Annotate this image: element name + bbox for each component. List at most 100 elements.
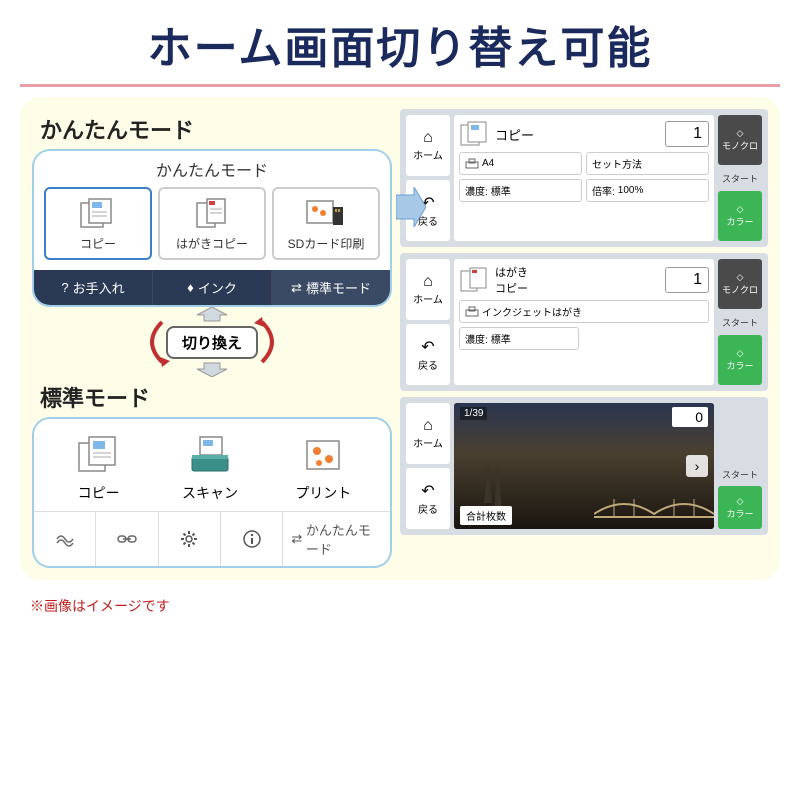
droplet-icon: ♦ xyxy=(187,280,194,295)
hagaki-count[interactable]: 1 xyxy=(665,267,709,293)
start-label: スタート xyxy=(718,466,762,483)
next-photo-button[interactable]: › xyxy=(686,455,708,477)
hagaki-screen: ⌂ ホーム ↶ 戻る はがき コピー 1 インクジェットはがき xyxy=(400,253,768,391)
link-button[interactable] xyxy=(96,512,158,566)
home-icon: ⌂ xyxy=(423,129,433,147)
mono-button[interactable]: ◇モノクロ xyxy=(718,259,762,309)
color-button[interactable]: ◇カラー xyxy=(718,486,762,529)
std-mode-panel: コピー スキャン プリント xyxy=(32,417,392,568)
density-val: 標準 xyxy=(491,183,511,198)
home-label: ホーム xyxy=(413,147,443,162)
std-item-label: スキャン xyxy=(182,483,238,503)
easy-mode-header: かんたんモード xyxy=(34,151,390,187)
easy-mode-btn-label: かんたんモード xyxy=(306,520,382,558)
hagaki-paper[interactable]: インクジェットはがき xyxy=(459,300,709,323)
page-title: ホーム画面切り替え可能 xyxy=(0,0,800,84)
std-item-scan[interactable]: スキャン xyxy=(182,433,238,503)
color-label: カラー xyxy=(726,359,753,372)
easy-item-copy[interactable]: コピー xyxy=(44,187,152,260)
switch-area: 切り換え xyxy=(32,307,392,377)
home-label: ホーム xyxy=(413,435,443,450)
std-mode-label: 標準モード xyxy=(306,278,371,297)
main-container: かんたんモード かんたんモード コピー はがきコピー xyxy=(20,97,780,580)
easy-mode-panel: かんたんモード コピー はがきコピー xyxy=(32,149,392,307)
wireless-button[interactable] xyxy=(34,512,96,566)
hagaki-density[interactable]: 濃度: 標準 xyxy=(459,327,579,350)
set-method[interactable]: セット方法 xyxy=(586,152,709,175)
back-button[interactable]: ↶ 戻る xyxy=(406,324,450,385)
total-count-label[interactable]: 合計枚数 xyxy=(460,506,512,525)
printer-icon xyxy=(465,158,479,170)
easy-item-label: コピー xyxy=(80,235,116,252)
home-label: ホーム xyxy=(413,291,443,306)
scale-val: 100% xyxy=(618,185,644,196)
chevron-right-icon: › xyxy=(695,458,700,474)
diamond-icon: ◇ xyxy=(737,496,744,507)
density-cell[interactable]: 濃度: 標準 xyxy=(459,179,582,202)
sdcard-print-icon xyxy=(305,195,347,231)
hdensity-val: 標準 xyxy=(491,331,511,346)
home-button[interactable]: ⌂ ホーム xyxy=(406,403,450,464)
std-item-label: コピー xyxy=(78,483,120,503)
ink-button[interactable]: ♦ インク xyxy=(153,270,272,305)
maintenance-button[interactable]: ? お手入れ xyxy=(34,270,153,305)
info-button[interactable] xyxy=(221,512,283,566)
density-lbl: 濃度: xyxy=(465,183,488,198)
diamond-icon: ◇ xyxy=(737,348,744,359)
hdensity-lbl: 濃度: xyxy=(465,331,488,346)
back-icon: ↶ xyxy=(421,481,434,501)
easy-mode-button[interactable]: ⇄ かんたんモード xyxy=(283,512,390,566)
diamond-icon: ◇ xyxy=(737,128,744,139)
swap-icon: ⇄ xyxy=(291,531,302,547)
title-underline xyxy=(20,84,780,87)
hagaki-paper-label: インクジェットはがき xyxy=(482,304,582,319)
gear-icon xyxy=(180,530,198,548)
mono-button[interactable]: ◇モノクロ xyxy=(718,115,762,165)
paper-size[interactable]: A4 xyxy=(459,152,582,175)
question-icon: ? xyxy=(61,280,68,295)
back-icon: ↶ xyxy=(421,337,434,357)
color-button[interactable]: ◇カラー xyxy=(718,191,762,241)
switch-button[interactable]: 切り換え xyxy=(166,326,258,359)
diamond-icon: ◇ xyxy=(737,204,744,215)
back-label: 戻る xyxy=(418,501,438,516)
diamond-icon: ◇ xyxy=(737,272,744,283)
postcard-icon xyxy=(191,195,233,231)
back-button[interactable]: ↶ 戻る xyxy=(406,468,450,529)
color-label: カラー xyxy=(726,215,753,228)
settings-button[interactable] xyxy=(159,512,221,566)
hagaki-title: はがき コピー xyxy=(495,264,661,296)
photo-screen: ⌂ ホーム ↶ 戻る 1/39 0 › 合計枚数 ス xyxy=(400,397,768,535)
copy-doc-icon xyxy=(459,120,491,148)
std-item-label: プリント xyxy=(295,483,351,503)
scale-cell[interactable]: 倍率: 100% xyxy=(586,179,709,202)
photo-preview[interactable]: 1/39 0 › 合計枚数 xyxy=(454,403,714,529)
copy-count[interactable]: 1 xyxy=(665,121,709,147)
std-mode-button[interactable]: ⇄ 標準モード xyxy=(272,270,390,305)
color-label: カラー xyxy=(726,507,753,520)
start-label: スタート xyxy=(718,168,762,188)
photo-counter: 1/39 xyxy=(460,407,487,420)
home-button[interactable]: ⌂ ホーム xyxy=(406,115,450,176)
swap-icon: ⇄ xyxy=(291,280,302,296)
footnote: ※画像はイメージです xyxy=(0,590,800,622)
easy-item-label: はがきコピー xyxy=(176,235,248,252)
std-item-copy[interactable]: コピー xyxy=(73,433,125,503)
start-label: スタート xyxy=(718,312,762,332)
copy-screen: ⌂ ホーム ↶ 戻る コピー 1 A4 xyxy=(400,109,768,247)
easy-item-sdcard[interactable]: SDカード印刷 xyxy=(272,187,380,260)
mono-label: モノクロ xyxy=(722,139,758,152)
arrow-right-icon xyxy=(396,187,426,227)
mono-label: モノクロ xyxy=(722,283,758,296)
copy-title: コピー xyxy=(495,125,661,144)
color-button[interactable]: ◇カラー xyxy=(718,335,762,385)
copy-docs-icon xyxy=(77,195,119,231)
easy-item-hagaki[interactable]: はがきコピー xyxy=(158,187,266,260)
std-item-print[interactable]: プリント xyxy=(295,433,351,503)
wireless-icon xyxy=(55,531,75,547)
ink-label: インク xyxy=(198,278,237,297)
home-icon: ⌂ xyxy=(423,417,433,435)
photo-count[interactable]: 0 xyxy=(672,407,708,427)
home-button[interactable]: ⌂ ホーム xyxy=(406,259,450,320)
scale-lbl: 倍率: xyxy=(592,183,615,198)
